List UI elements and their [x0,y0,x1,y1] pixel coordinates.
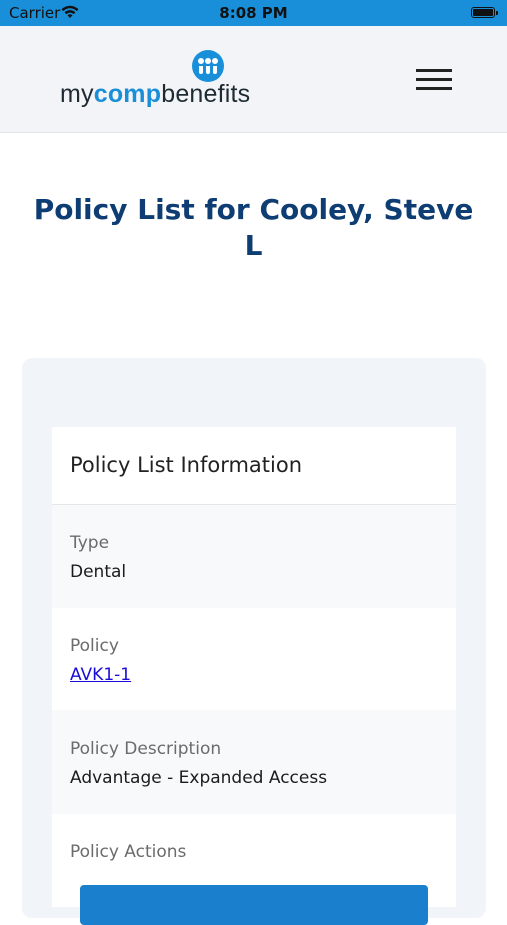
policy-row: Policy AVK1-1 [52,608,456,710]
status-time: 8:08 PM [219,4,288,22]
policy-link[interactable]: AVK1-1 [70,665,131,685]
mycompbenefits-logo[interactable]: mycompbenefits [60,50,270,112]
page-title: Policy List for Cooley, Steve L [33,193,474,262]
policy-description-value: Advantage - Expanded Access [70,768,328,788]
policy-action-button[interactable] [80,885,428,925]
logo-suffix: benefits [161,80,251,108]
card-header: Policy List Information [52,427,456,505]
app-header: mycompbenefits [0,26,507,133]
hamburger-menu-icon[interactable] [414,66,456,94]
card-title: Policy List Information [70,453,303,477]
logo-wordmark: mycompbenefits [60,80,250,109]
policy-list-card: Policy List Information Type Dental Poli… [52,427,456,925]
type-row: Type Dental [52,505,456,608]
type-label: Type [70,533,110,553]
status-bar: Carrier 8:08 PM [0,0,507,26]
policy-label: Policy [70,636,119,656]
type-value: Dental [70,562,127,582]
policy-description-row: Policy Description Advantage - Expanded … [52,710,456,814]
policy-actions-label: Policy Actions [70,842,187,862]
policy-description-label: Policy Description [70,739,222,759]
logo-mark-icon [192,50,224,82]
logo-accent: comp [93,80,162,108]
battery-icon [471,7,498,18]
logo-prefix: my [60,80,94,108]
